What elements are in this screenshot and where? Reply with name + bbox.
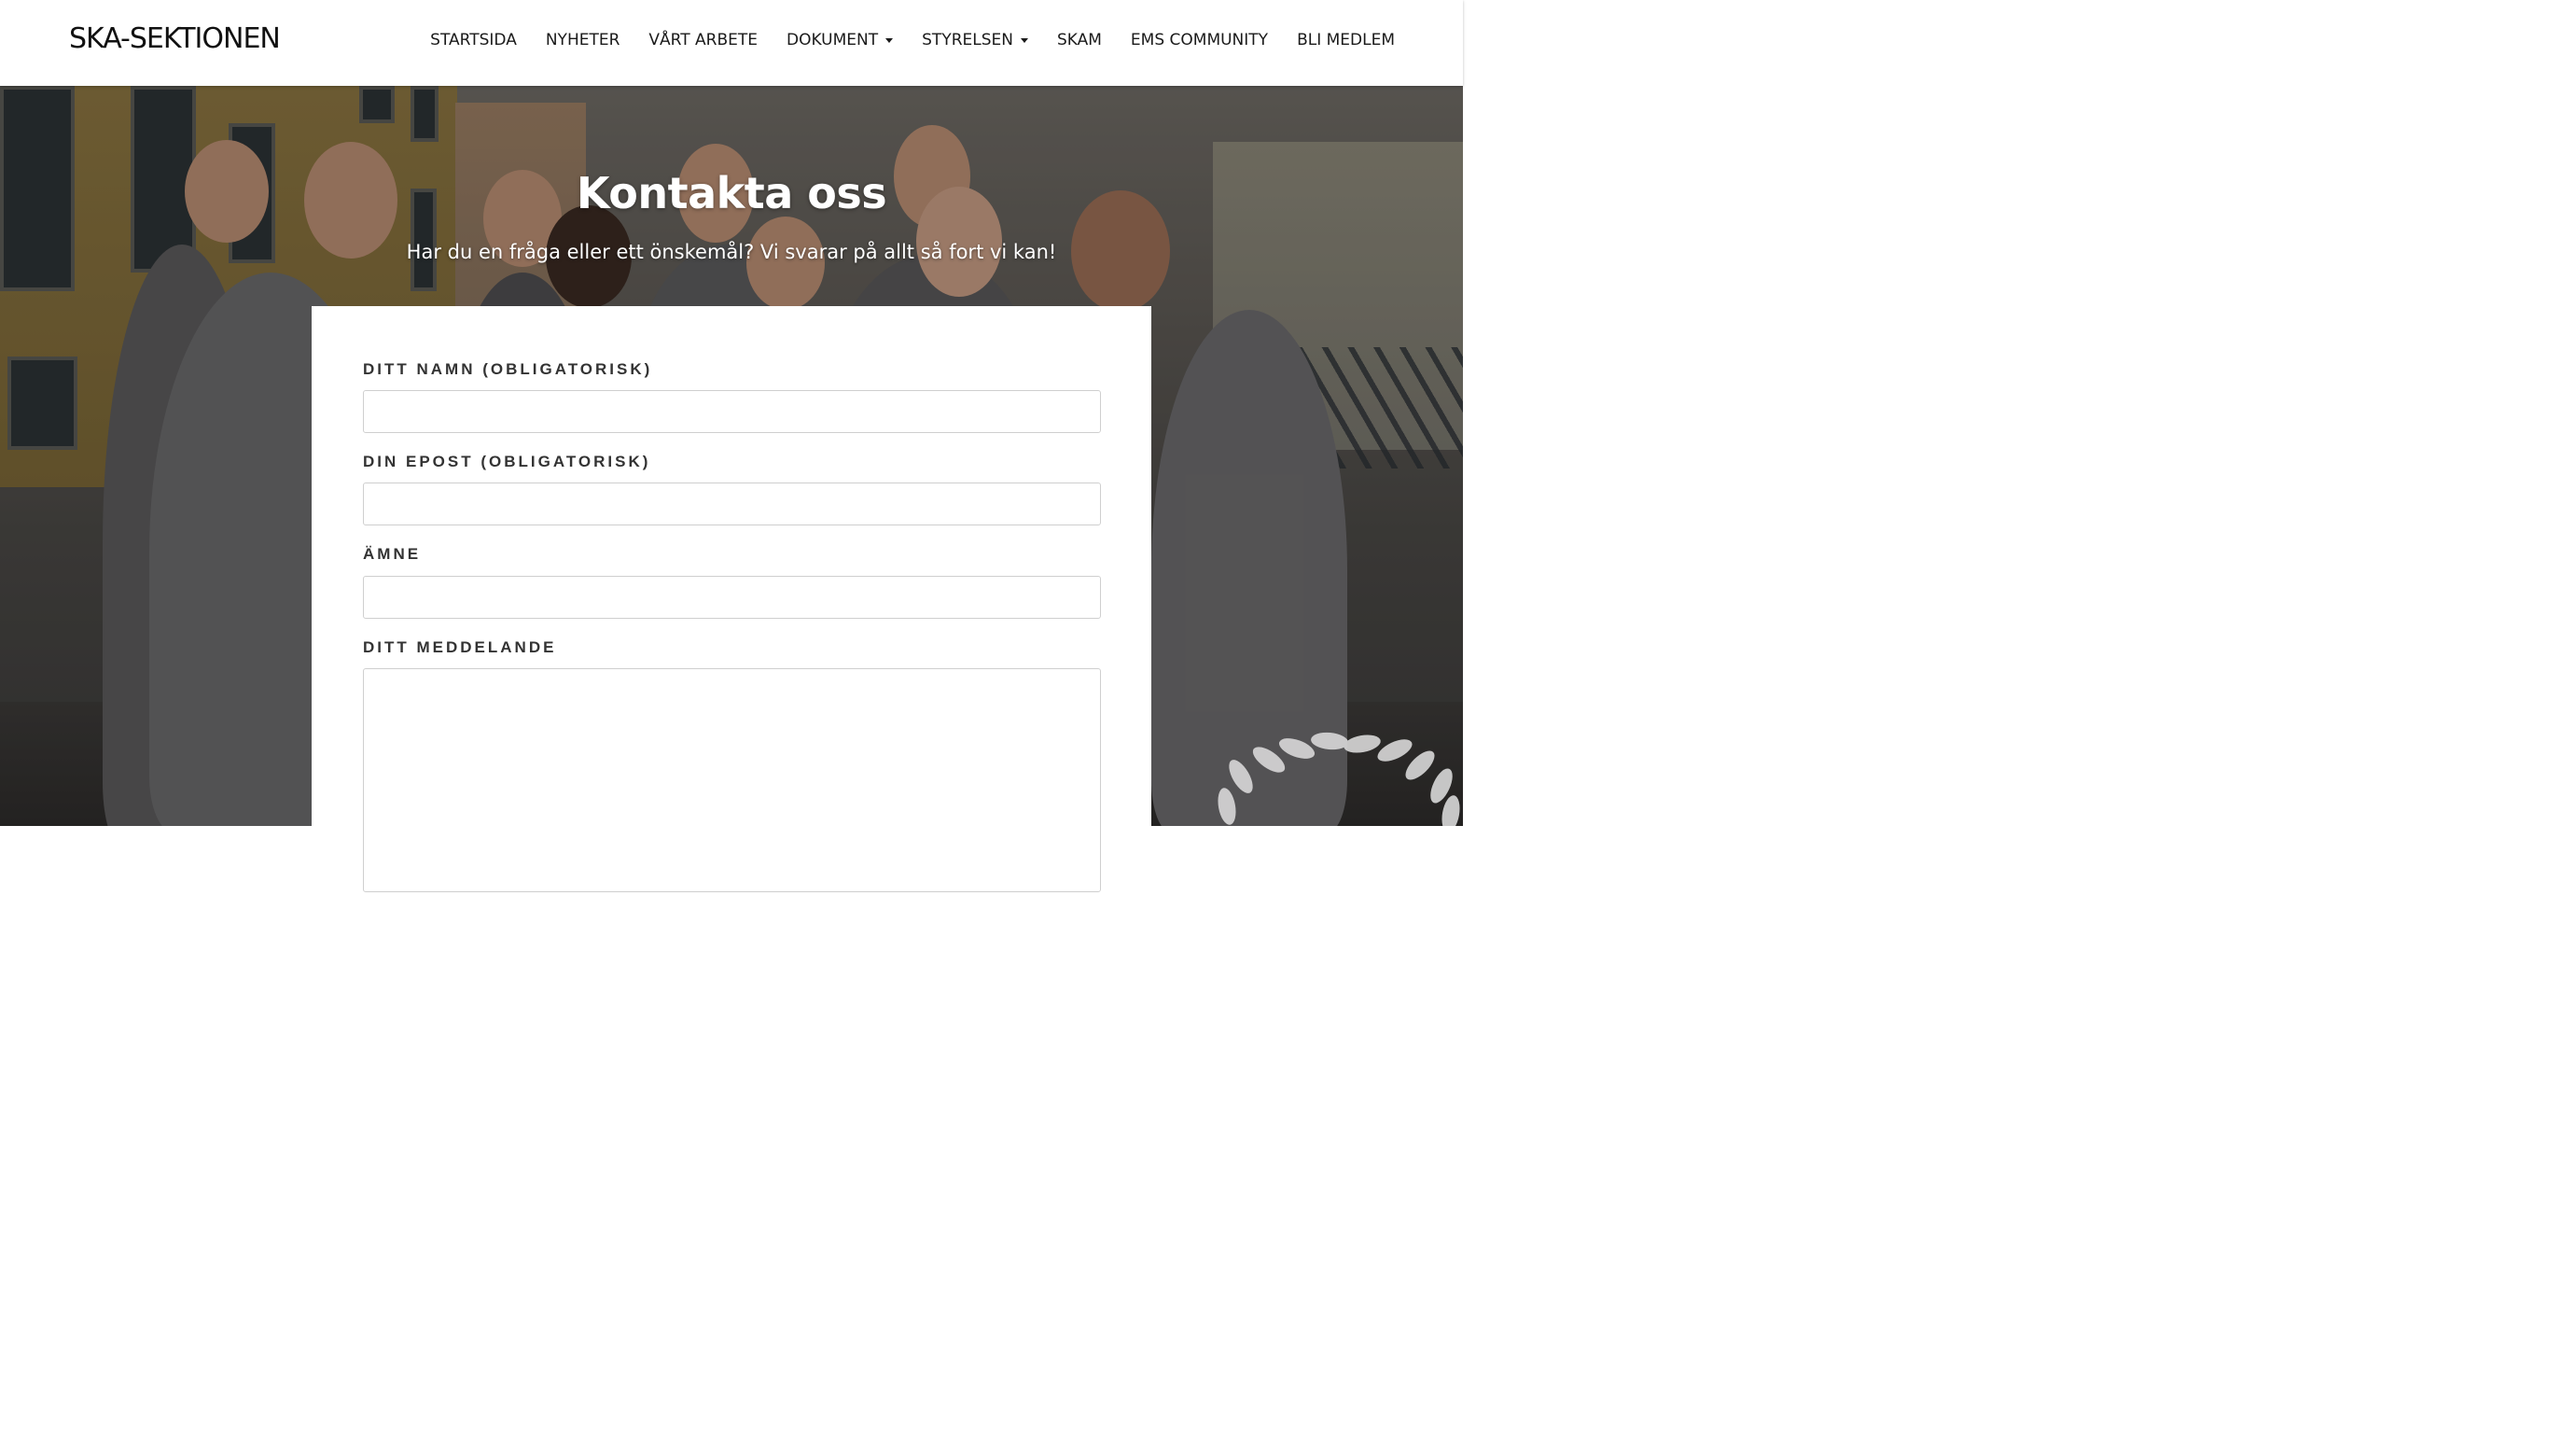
name-label: DITT NAMN (OBLIGATORISK) — [363, 360, 653, 378]
email-label: DIN EPOST (OBLIGATORISK) — [363, 453, 651, 470]
nav-item-label: BLI MEDLEM — [1297, 31, 1395, 49]
nav-item-nyheter[interactable]: NYHETER — [546, 31, 620, 49]
laurel-wreath-icon — [1218, 732, 1460, 826]
message-field[interactable] — [363, 668, 1101, 892]
nav-item-skam[interactable]: SKAM — [1057, 31, 1102, 49]
nav-item-label: STARTSIDA — [430, 31, 517, 49]
email-field[interactable] — [363, 483, 1101, 525]
site-header: SKA-SEKTIONEN STARTSIDA NYHETER VÅRT ARB… — [0, 0, 1463, 86]
chevron-down-icon — [885, 37, 894, 43]
nav-item-label: VÅRT ARBETE — [648, 31, 759, 49]
message-label: DITT MEDDELANDE — [363, 638, 557, 656]
nav-item-ems-community[interactable]: EMS COMMUNITY — [1131, 31, 1268, 49]
nav-item-styrelsen[interactable]: STYRELSEN — [922, 31, 1028, 49]
chevron-down-icon — [1020, 37, 1028, 43]
nav-item-label: EMS COMMUNITY — [1130, 31, 1269, 49]
nav-item-startsida[interactable]: STARTSIDA — [430, 31, 517, 49]
nav-item-label: DOKUMENT — [787, 31, 879, 49]
contact-form: DITT NAMN (OBLIGATORISK) DIN EPOST (OBLI… — [312, 306, 1151, 892]
nav-item-vart-arbete[interactable]: VÅRT ARBETE — [648, 31, 758, 49]
nav-item-dokument[interactable]: DOKUMENT — [787, 31, 894, 49]
page-subtitle: Har du en fråga eller ett önskemål? Vi s… — [406, 241, 1057, 263]
main-nav: STARTSIDA NYHETER VÅRT ARBETE DOKUMENT S… — [430, 26, 1395, 54]
nav-item-label: STYRELSEN — [922, 31, 1013, 49]
site-logo[interactable]: SKA-SEKTIONEN — [69, 21, 281, 58]
subject-field[interactable] — [363, 576, 1101, 619]
page-title: Kontakta oss — [576, 168, 887, 218]
nav-item-label: NYHETER — [545, 31, 620, 49]
name-field[interactable] — [363, 390, 1101, 433]
nav-item-label: SKAM — [1056, 31, 1102, 49]
subject-label: ÄMNE — [363, 545, 422, 563]
nav-item-bli-medlem[interactable]: BLI MEDLEM — [1297, 31, 1395, 49]
